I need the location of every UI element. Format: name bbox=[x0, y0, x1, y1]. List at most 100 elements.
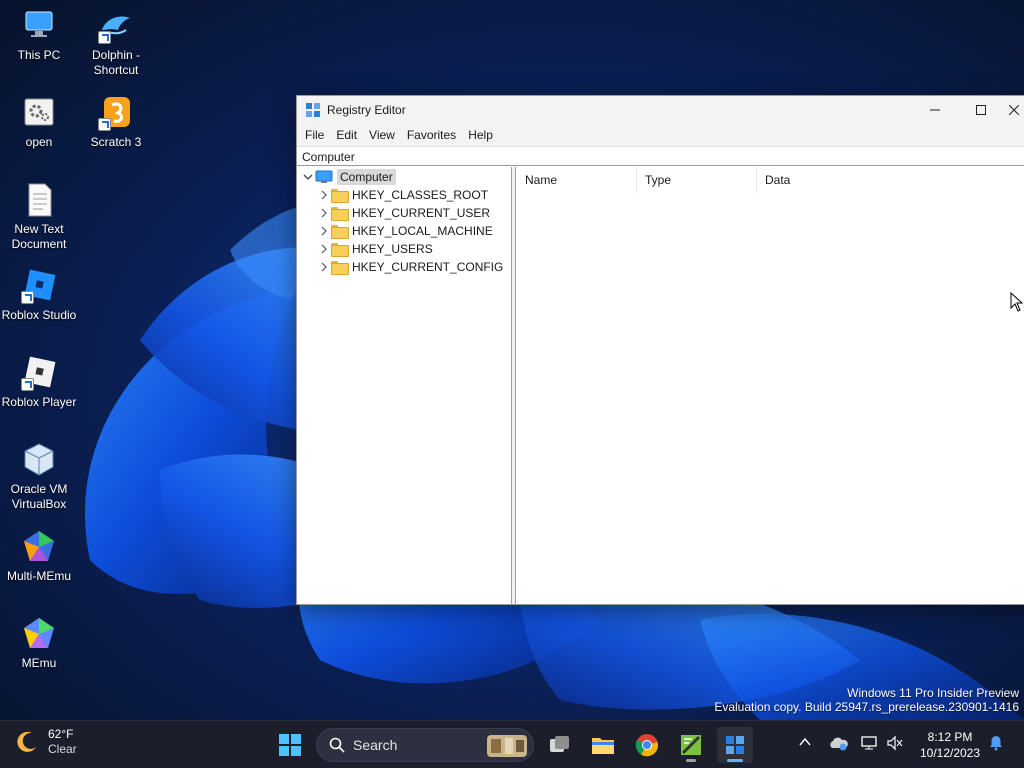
desktop-icon-label: Roblox Player bbox=[1, 395, 77, 409]
collapsed-chevron-icon[interactable] bbox=[317, 222, 331, 240]
desktop-icon-label: Dolphin - Shortcut bbox=[91, 48, 141, 77]
maximize-icon bbox=[976, 105, 986, 115]
tree-node-hkey-current-config[interactable]: HKEY_CURRENT_CONFIG bbox=[317, 258, 503, 276]
notification-button[interactable] bbox=[988, 735, 1004, 751]
folder-icon bbox=[331, 207, 349, 221]
search-highlight-icon bbox=[487, 735, 527, 757]
dolphin-icon bbox=[98, 8, 134, 44]
folder-icon bbox=[331, 225, 349, 239]
desktop-icon-memu[interactable]: MEmu bbox=[0, 616, 78, 671]
desktop-icon-label: MEmu bbox=[21, 656, 57, 670]
desktop-icon-this-pc[interactable]: This PC bbox=[0, 8, 78, 63]
onedrive-tray-button[interactable] bbox=[828, 735, 848, 751]
address-bar[interactable]: Computer bbox=[297, 146, 1024, 166]
tree-node-hkey-classes-root[interactable]: HKEY_CLASSES_ROOT bbox=[317, 186, 488, 204]
multi-memu-icon bbox=[21, 529, 57, 565]
scratch-icon bbox=[98, 95, 134, 131]
minimize-button[interactable] bbox=[912, 96, 958, 124]
file-explorer-button[interactable] bbox=[585, 727, 621, 763]
text-document-icon bbox=[21, 182, 57, 218]
close-icon bbox=[1009, 105, 1019, 115]
menu-help[interactable]: Help bbox=[462, 124, 499, 146]
weather-widget[interactable]: 62°F Clear bbox=[14, 727, 77, 757]
desktop-icon-label: Scratch 3 bbox=[90, 135, 142, 149]
registry-editor-window[interactable]: Registry Editor File Edit View Favorites… bbox=[296, 95, 1024, 605]
tree-node-hkey-current-user[interactable]: HKEY_CURRENT_USER bbox=[317, 204, 490, 222]
onedrive-icon bbox=[830, 737, 848, 751]
desktop-icon-oracle-vm-virtualbox[interactable]: Oracle VM VirtualBox bbox=[0, 442, 78, 512]
title-bar[interactable]: Registry Editor bbox=[297, 96, 1024, 124]
desktop-icon-new-text-document[interactable]: New Text Document bbox=[0, 182, 78, 252]
running-indicator bbox=[686, 759, 696, 762]
chrome-button[interactable] bbox=[629, 727, 665, 763]
folder-icon bbox=[331, 243, 349, 257]
desktop-icon-label: Oracle VM VirtualBox bbox=[10, 482, 68, 511]
taskbar-clock[interactable]: 8:12 PM 10/12/2023 bbox=[918, 729, 982, 761]
maximize-button[interactable] bbox=[958, 96, 1004, 124]
notepad-plus-icon bbox=[681, 735, 701, 755]
chrome-icon bbox=[635, 734, 659, 757]
collapsed-chevron-icon[interactable] bbox=[317, 240, 331, 258]
roblox-studio-icon bbox=[21, 268, 57, 304]
roblox-player-icon bbox=[21, 355, 57, 391]
desktop-icon-open[interactable]: open bbox=[0, 95, 78, 150]
column-header-type[interactable]: Type bbox=[637, 167, 757, 193]
weather-temperature: 62°F bbox=[48, 727, 74, 741]
desktop-icon-roblox-studio[interactable]: Roblox Studio bbox=[0, 268, 78, 323]
registry-editor-taskbar-button[interactable] bbox=[717, 727, 753, 763]
notification-bell-icon bbox=[990, 736, 1002, 751]
tree-node-computer[interactable]: Computer bbox=[301, 168, 396, 186]
desktop-icon-label: open bbox=[25, 135, 53, 149]
menu-favorites[interactable]: Favorites bbox=[401, 124, 462, 146]
expanded-chevron-icon[interactable] bbox=[301, 168, 315, 186]
network-tray-button[interactable] bbox=[860, 735, 878, 751]
virtualbox-icon bbox=[21, 442, 57, 478]
tree-node-label: HKEY_CURRENT_USER bbox=[352, 206, 491, 220]
pane-splitter[interactable] bbox=[512, 167, 516, 604]
task-view-icon bbox=[550, 736, 569, 752]
computer-icon bbox=[315, 170, 333, 184]
desktop-icon-multi-memu[interactable]: Multi-MEmu bbox=[0, 529, 78, 584]
menu-edit[interactable]: Edit bbox=[330, 124, 363, 146]
collapsed-chevron-icon[interactable] bbox=[317, 204, 331, 222]
menu-bar: File Edit View Favorites Help bbox=[297, 124, 1024, 146]
tree-node-label: HKEY_CLASSES_ROOT bbox=[352, 188, 489, 202]
menu-file[interactable]: File bbox=[299, 124, 330, 146]
desktop-icon-roblox-player[interactable]: Roblox Player bbox=[0, 355, 78, 410]
column-header-name[interactable]: Name bbox=[517, 167, 637, 193]
start-button[interactable] bbox=[272, 727, 308, 763]
this-pc-icon bbox=[21, 8, 57, 44]
values-list-pane[interactable]: Name Type Data bbox=[517, 167, 1024, 604]
tree-node-hkey-local-machine[interactable]: HKEY_LOCAL_MACHINE bbox=[317, 222, 493, 240]
mouse-cursor-icon bbox=[1010, 292, 1024, 312]
moon-icon bbox=[17, 731, 36, 752]
desktop-icon-label: Roblox Studio bbox=[1, 308, 77, 322]
column-header-data[interactable]: Data bbox=[757, 167, 1017, 193]
desktop-icon-scratch-3[interactable]: Scratch 3 bbox=[77, 95, 155, 150]
menu-view[interactable]: View bbox=[363, 124, 401, 146]
registry-editor-icon bbox=[726, 736, 744, 754]
search-icon bbox=[329, 737, 345, 753]
shortcut-arrow-icon bbox=[98, 118, 111, 131]
notepad-plus-button[interactable] bbox=[673, 727, 709, 763]
network-icon bbox=[861, 736, 877, 750]
volume-tray-button[interactable] bbox=[886, 735, 904, 751]
file-explorer-icon bbox=[592, 738, 614, 754]
evaluation-watermark: Windows 11 Pro Insider Preview Evaluatio… bbox=[714, 686, 1019, 714]
volume-muted-icon bbox=[887, 735, 903, 751]
collapsed-chevron-icon[interactable] bbox=[317, 258, 331, 276]
tree-node-hkey-users[interactable]: HKEY_USERS bbox=[317, 240, 433, 258]
task-view-button[interactable] bbox=[541, 727, 577, 763]
collapsed-chevron-icon[interactable] bbox=[317, 186, 331, 204]
taskbar-search-box[interactable]: Search bbox=[316, 728, 534, 762]
desktop-icon-dolphin-shortcut[interactable]: Dolphin - Shortcut bbox=[77, 8, 155, 78]
close-button[interactable] bbox=[1004, 96, 1024, 124]
shortcut-arrow-icon bbox=[21, 378, 34, 391]
tree-pane[interactable]: Computer HKEY_CLASSES_ROOT HKEY_CURRENT_… bbox=[297, 167, 512, 604]
show-hidden-icons-button[interactable] bbox=[798, 735, 812, 749]
clock-date: 10/12/2023 bbox=[919, 746, 981, 760]
registry-editor-icon bbox=[305, 102, 321, 118]
desktop-icon-label: Multi-MEmu bbox=[6, 569, 71, 583]
desktop-icon-label: This PC bbox=[17, 48, 61, 62]
watermark-line-1: Windows 11 Pro Insider Preview bbox=[847, 686, 1019, 700]
